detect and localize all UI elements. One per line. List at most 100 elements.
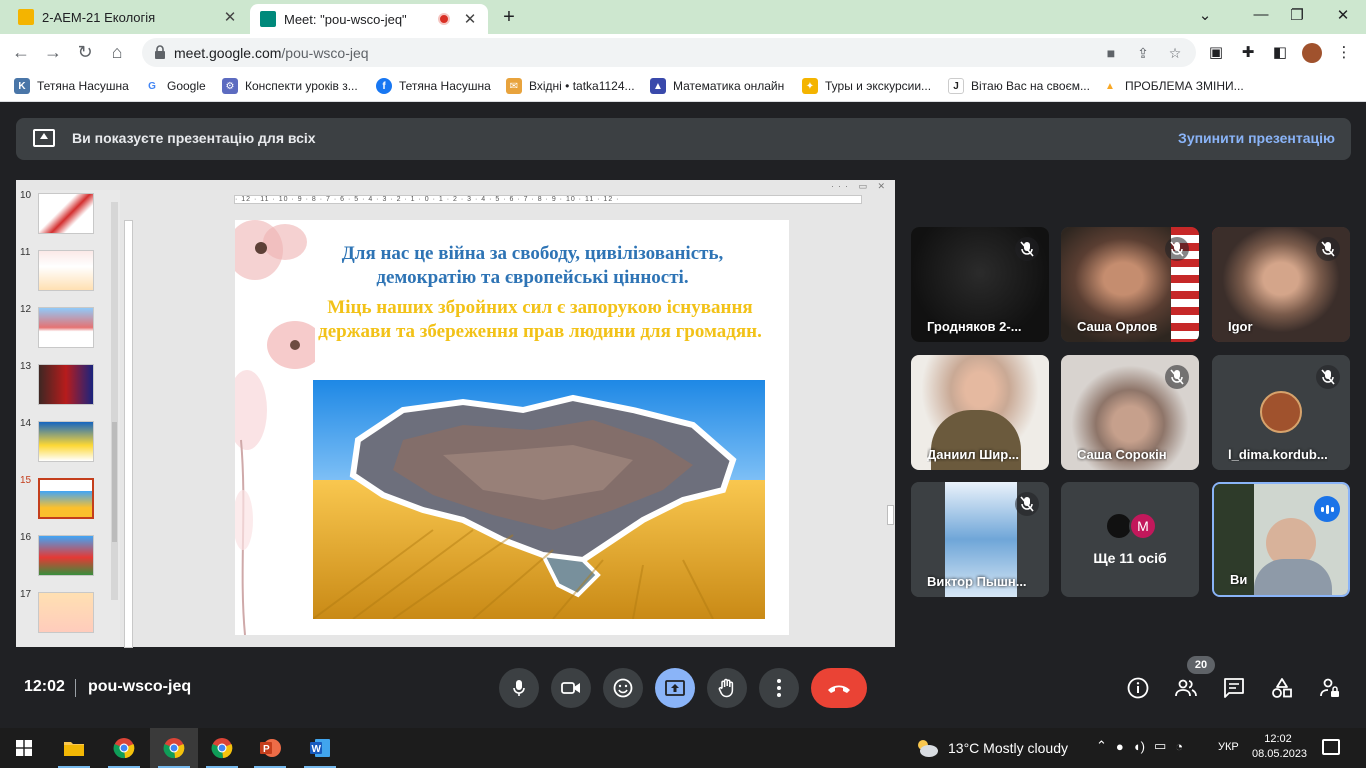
- reload-icon[interactable]: ↻: [74, 41, 96, 63]
- slide-thumbnail[interactable]: 17: [16, 589, 116, 639]
- close-icon[interactable]: ✕: [222, 8, 238, 26]
- url-text[interactable]: meet.google.com/pou-wsco-jeq: [174, 45, 369, 61]
- leave-call-button[interactable]: [811, 668, 867, 708]
- bookmark-item[interactable]: J Вітаю Вас на своєм...: [948, 77, 1090, 95]
- slide-thumbnail-selected[interactable]: 15: [16, 475, 116, 525]
- minimize-button[interactable]: —: [1246, 6, 1276, 23]
- presentation-scrollbar[interactable]: [885, 190, 895, 647]
- lock-icon[interactable]: [154, 45, 166, 59]
- more-participants-tile[interactable]: M Ще 11 осіб: [1061, 482, 1199, 597]
- slide-thumbnail[interactable]: 14: [16, 418, 116, 468]
- participant-tile[interactable]: l_dima.kordub...: [1212, 355, 1350, 470]
- chrome-icon: [211, 738, 233, 759]
- bookmark-item[interactable]: G Google: [144, 77, 206, 95]
- host-controls-button[interactable]: [1318, 676, 1342, 700]
- share-icon[interactable]: ⇪: [1134, 44, 1152, 62]
- participant-name: Ви: [1230, 572, 1248, 587]
- back-icon[interactable]: ←: [10, 41, 32, 63]
- slide-number: 13: [20, 361, 32, 372]
- battery-icon[interactable]: ▭: [1154, 738, 1166, 754]
- close-icon[interactable]: ✕: [462, 10, 478, 28]
- self-tile[interactable]: Ви: [1212, 482, 1350, 597]
- taskbar-powerpoint[interactable]: P: [246, 728, 294, 768]
- slide-thumbnail[interactable]: 13: [16, 361, 116, 411]
- side-panel-icon[interactable]: ◧: [1270, 43, 1290, 63]
- window-controls: ··· ▭ ✕: [830, 181, 889, 191]
- present-now-button[interactable]: [655, 668, 695, 708]
- slide-thumbnail[interactable]: 11: [16, 247, 116, 297]
- maximize-button[interactable]: ❐: [1282, 6, 1312, 24]
- current-slide[interactable]: Для нас це війна за свободу, цивілізован…: [235, 220, 789, 635]
- people-button[interactable]: [1174, 676, 1198, 700]
- bookmark-label: Математика онлайн: [673, 79, 785, 93]
- camera-blocked-icon[interactable]: ■: [1102, 44, 1120, 62]
- bookmark-item[interactable]: ✉ Вхідні • tatka1124...: [506, 77, 635, 95]
- slide-thumbnail[interactable]: 10: [16, 190, 116, 240]
- taskbar-word[interactable]: W: [296, 728, 344, 768]
- meet-icon: [260, 11, 276, 27]
- participant-tile[interactable]: Гродняков 2-...: [911, 227, 1049, 342]
- new-tab-button[interactable]: +: [498, 6, 520, 29]
- tab-classroom[interactable]: 2-АЕМ-21 Екологія ✕: [8, 0, 248, 34]
- tab-search-icon[interactable]: ⌄: [1190, 6, 1220, 24]
- extensions-puzzle-icon[interactable]: ✚: [1238, 43, 1258, 63]
- activities-button[interactable]: [1270, 676, 1294, 700]
- scrollbar-thumb[interactable]: [112, 422, 117, 542]
- more-options-button[interactable]: [759, 668, 799, 708]
- avatar-letter: M: [1129, 512, 1157, 540]
- participant-tile[interactable]: Саша Сорокін: [1061, 355, 1199, 470]
- scrollbar-thumb[interactable]: [887, 505, 894, 525]
- stop-presenting-button[interactable]: Зупинити презентацію: [1178, 130, 1335, 146]
- extension-app-icon[interactable]: ▣: [1206, 43, 1226, 63]
- taskbar-chrome[interactable]: [100, 728, 148, 768]
- participant-tile[interactable]: Виктор Пышн...: [911, 482, 1049, 597]
- forward-icon[interactable]: →: [42, 41, 64, 63]
- network-icon[interactable]: ◔: [1175, 739, 1183, 754]
- weather-widget[interactable]: 13°C Mostly cloudy: [914, 738, 1068, 758]
- start-button[interactable]: [0, 728, 48, 768]
- taskbar-chrome[interactable]: [198, 728, 246, 768]
- taskbar-chrome-active[interactable]: [150, 728, 198, 768]
- thumbnails-scrollbar[interactable]: [111, 202, 118, 600]
- raise-hand-button[interactable]: [707, 668, 747, 708]
- slide-thumbnail[interactable]: 18: [16, 646, 116, 647]
- slide-thumbnails-pane[interactable]: 10 11 12 13 14 15 16 17: [16, 190, 120, 647]
- slide-thumbnail[interactable]: 12: [16, 304, 116, 354]
- bookmark-item[interactable]: ✦ Туры и экскурсии...: [802, 77, 931, 95]
- input-language[interactable]: УКР: [1218, 741, 1239, 753]
- notifications-icon[interactable]: [1322, 739, 1340, 755]
- volume-icon[interactable]: ◖): [1133, 739, 1145, 754]
- home-icon[interactable]: ⌂: [106, 41, 128, 63]
- taskbar-clock[interactable]: 12:02 08.05.2023: [1252, 732, 1307, 762]
- participant-tile[interactable]: Igor: [1212, 227, 1350, 342]
- participant-tile[interactable]: Саша Орлов: [1061, 227, 1199, 342]
- bookmark-star-icon[interactable]: ☆: [1166, 44, 1184, 62]
- shared-screen: ··· ▭ ✕ 10 11 12 13 14 15 16 17 · 12 · 1…: [16, 180, 895, 648]
- participant-tile[interactable]: Даниил Шир...: [911, 355, 1049, 470]
- emoji-reactions-button[interactable]: [603, 668, 643, 708]
- tab-meet[interactable]: Meet: "pou-wsco-jeq" ✕: [250, 4, 488, 34]
- camera-button[interactable]: [551, 668, 591, 708]
- bookmark-item[interactable]: ▲ ПРОБЛЕМА ЗМІНИ...: [1102, 77, 1244, 95]
- chat-button[interactable]: [1222, 676, 1246, 700]
- flower-decoration: [235, 220, 315, 635]
- meeting-details-button[interactable]: [1126, 676, 1150, 700]
- chevron-up-icon[interactable]: ⌃: [1096, 738, 1107, 754]
- participant-name: Саша Орлов: [1077, 319, 1158, 334]
- participant-name: l_dima.kordub...: [1228, 447, 1328, 462]
- microphone-button[interactable]: [499, 668, 539, 708]
- browser-menu-icon[interactable]: ⋮: [1334, 43, 1354, 63]
- address-bar[interactable]: meet.google.com/pou-wsco-jeq ■ ⇪ ☆: [142, 38, 1196, 67]
- taskbar-file-explorer[interactable]: [50, 728, 98, 768]
- slide-number: 15: [20, 475, 32, 486]
- bookmark-item[interactable]: ⚙ Конспекти уроків з...: [222, 77, 358, 95]
- bookmark-item[interactable]: K Тетяна Насушна: [14, 77, 129, 95]
- bookmark-item[interactable]: ▲ Математика онлайн: [650, 77, 784, 95]
- microphone-tray-icon[interactable]: ●: [1116, 739, 1124, 754]
- folder-icon: [64, 742, 84, 756]
- window-close-button[interactable]: ✕: [1328, 6, 1358, 24]
- slide-thumbnail[interactable]: 16: [16, 532, 116, 582]
- tab-title: 2-АЕМ-21 Екологія: [42, 9, 156, 25]
- bookmark-item[interactable]: f Тетяна Насушна: [376, 77, 491, 95]
- profile-avatar[interactable]: [1302, 43, 1322, 63]
